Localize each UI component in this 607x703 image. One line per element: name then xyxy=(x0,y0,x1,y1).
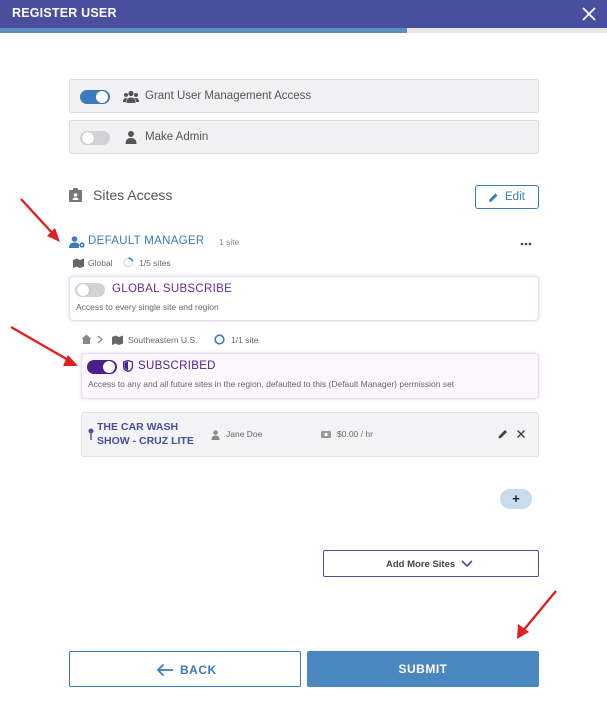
annotation-arrow-icon xyxy=(517,590,557,639)
map-icon xyxy=(112,335,123,345)
progress-ring-icon xyxy=(214,334,225,345)
home-icon xyxy=(81,334,92,344)
global-subscribe-toggle[interactable] xyxy=(75,283,105,297)
region-site-count: 1/1 site xyxy=(231,335,259,345)
progress-bar xyxy=(0,28,607,33)
role-site-count: 1 site xyxy=(219,237,240,247)
ellipsis-icon xyxy=(520,242,532,246)
grant-user-management-label: Grant User Management Access xyxy=(145,90,312,102)
money-icon xyxy=(321,431,331,438)
global-scope-label: Global xyxy=(88,258,113,268)
progress-bar-fill xyxy=(0,28,407,33)
make-admin-card: Make Admin xyxy=(69,120,539,154)
map-icon xyxy=(73,258,84,268)
annotation-arrow-icon xyxy=(20,198,60,242)
user-icon xyxy=(211,430,220,440)
subscribed-description: Access to any and all future sites in th… xyxy=(88,379,455,389)
grant-user-management-toggle[interactable] xyxy=(80,90,110,104)
user-gear-icon xyxy=(69,236,85,248)
add-more-sites-button[interactable]: Add More Sites xyxy=(323,550,539,577)
back-button[interactable]: BACK xyxy=(69,651,301,687)
remove-icon[interactable] xyxy=(516,429,526,439)
close-icon xyxy=(582,7,596,21)
back-button-label: BACK xyxy=(180,663,217,677)
users-icon xyxy=(123,90,139,103)
pencil-icon[interactable] xyxy=(498,429,508,439)
add-more-sites-label: Add More Sites xyxy=(386,559,456,570)
map-pin-icon xyxy=(88,428,94,440)
arrow-left-icon xyxy=(156,663,173,677)
region-name: Southeastern U.S. xyxy=(128,335,198,345)
role-name: DEFAULT MANAGER xyxy=(88,235,205,247)
sites-access-title: Sites Access xyxy=(93,187,173,203)
grant-user-management-card: Grant User Management Access xyxy=(69,79,539,113)
chevron-right-icon xyxy=(97,335,103,344)
chevron-down-icon xyxy=(461,560,473,568)
global-scope-count: 1/5 sites xyxy=(139,258,171,268)
edit-button[interactable]: Edit xyxy=(475,185,539,209)
make-admin-label: Make Admin xyxy=(145,131,209,143)
subscribed-toggle[interactable] xyxy=(87,360,117,374)
pencil-icon xyxy=(489,193,498,202)
modal-title: REGISTER USER xyxy=(12,6,117,20)
user-icon xyxy=(125,131,137,144)
clipboard-icon xyxy=(69,188,82,202)
global-subscribe-title: GLOBAL SUBSCRIBE xyxy=(112,283,233,295)
annotation-arrow-icon xyxy=(10,325,78,366)
shield-icon xyxy=(123,360,133,372)
modal-header: REGISTER USER xyxy=(0,0,607,28)
subscribed-title: SUBSCRIBED xyxy=(138,360,216,372)
global-subscribe-description: Access to every single site and region xyxy=(76,302,219,312)
more-options-button[interactable] xyxy=(520,236,532,250)
submit-button[interactable]: SUBMIT xyxy=(307,651,539,687)
site-user: Jane Doe xyxy=(226,429,263,439)
make-admin-toggle[interactable] xyxy=(80,131,110,145)
close-button[interactable] xyxy=(579,4,599,24)
site-rate: $0.00 / hr xyxy=(337,429,373,439)
progress-ring-icon xyxy=(123,257,134,268)
site-name: THE CAR WASH SHOW - CRUZ LITE xyxy=(97,421,194,447)
edit-button-label: Edit xyxy=(505,191,525,203)
add-site-button[interactable]: + xyxy=(500,489,532,509)
submit-button-label: SUBMIT xyxy=(398,662,448,676)
